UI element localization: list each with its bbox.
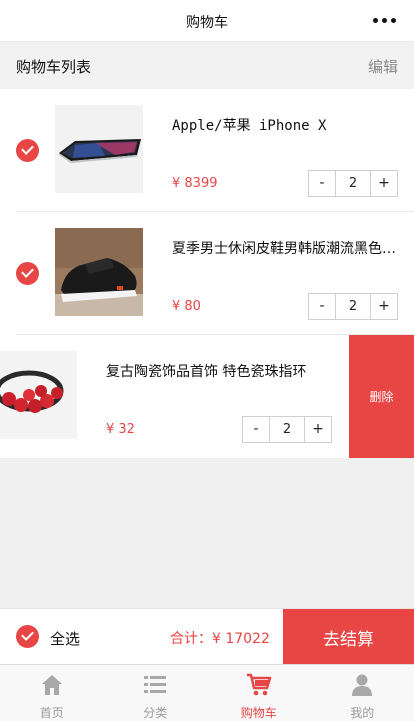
cart-item-swiped: 复古陶瓷饰品首饰 特色瓷珠指环 ¥ 32 - 2 +	[0, 335, 349, 458]
decrease-button[interactable]: -	[309, 171, 335, 196]
item-checkbox-icon[interactable]	[16, 139, 39, 162]
increase-button[interactable]: +	[305, 417, 331, 442]
cart-icon	[246, 673, 271, 696]
bead-ring-image	[0, 351, 77, 439]
edit-button[interactable]: 编辑	[368, 56, 398, 77]
navigation-bar: 购物车	[0, 0, 414, 42]
item-price: ¥ 80	[172, 299, 201, 314]
checkout-button[interactable]: 去结算	[283, 609, 414, 665]
item-price: ¥ 32	[106, 422, 135, 437]
item-price: ¥ 8399	[172, 176, 218, 191]
page-title: 购物车	[186, 15, 228, 31]
tab-category[interactable]: 分类	[104, 665, 208, 721]
select-all-checkbox-icon[interactable]	[16, 625, 39, 648]
tab-label: 分类	[143, 706, 168, 720]
tab-home[interactable]: 首页	[0, 665, 104, 721]
quantity-value[interactable]: 2	[335, 171, 371, 196]
decrease-button[interactable]: -	[243, 417, 269, 442]
tab-label: 我的	[350, 706, 375, 720]
item-name: Apple/苹果 iPhone X	[172, 118, 327, 134]
quantity-stepper: - 2 +	[308, 170, 398, 197]
more-dots-icon[interactable]	[373, 18, 396, 23]
user-icon	[352, 674, 373, 696]
shoe-image	[55, 228, 143, 316]
decrease-button[interactable]: -	[309, 294, 335, 319]
tab-profile[interactable]: 我的	[311, 665, 414, 721]
select-all-label[interactable]: 全选	[50, 628, 80, 649]
quantity-value[interactable]: 2	[335, 294, 371, 319]
cart-list-header: 购物车列表 编辑	[0, 42, 414, 89]
total-price: 合计：¥ 17022	[170, 631, 270, 647]
increase-button[interactable]: +	[371, 171, 397, 196]
delete-button[interactable]: 删除	[349, 335, 414, 458]
cart-item: 夏季男士休闲皮鞋男韩版潮流黑色英伦 ¥ 80 - 2 +	[0, 212, 414, 335]
tab-cart[interactable]: 购物车	[207, 665, 311, 721]
tab-label: 购物车	[240, 706, 277, 720]
tab-label: 首页	[39, 706, 64, 720]
cart-list-title: 购物车列表	[16, 58, 92, 76]
item-name: 复古陶瓷饰品首饰 特色瓷珠指环	[106, 364, 307, 380]
checkout-bar: 全选 合计：¥ 17022 去结算	[0, 608, 414, 665]
increase-button[interactable]: +	[371, 294, 397, 319]
quantity-value[interactable]: 2	[269, 417, 305, 442]
list-icon	[144, 676, 167, 693]
home-icon	[41, 675, 62, 695]
item-checkbox-icon[interactable]	[16, 262, 39, 285]
cart-item: Apple/苹果 iPhone X ¥ 8399 - 2 +	[0, 89, 414, 212]
iphone-image	[55, 105, 143, 193]
quantity-stepper: - 2 +	[308, 293, 398, 320]
tab-bar: 首页 分类 购物车 我的	[0, 664, 414, 721]
quantity-stepper: - 2 +	[242, 416, 332, 443]
item-name: 夏季男士休闲皮鞋男韩版潮流黑色英伦	[172, 241, 397, 257]
